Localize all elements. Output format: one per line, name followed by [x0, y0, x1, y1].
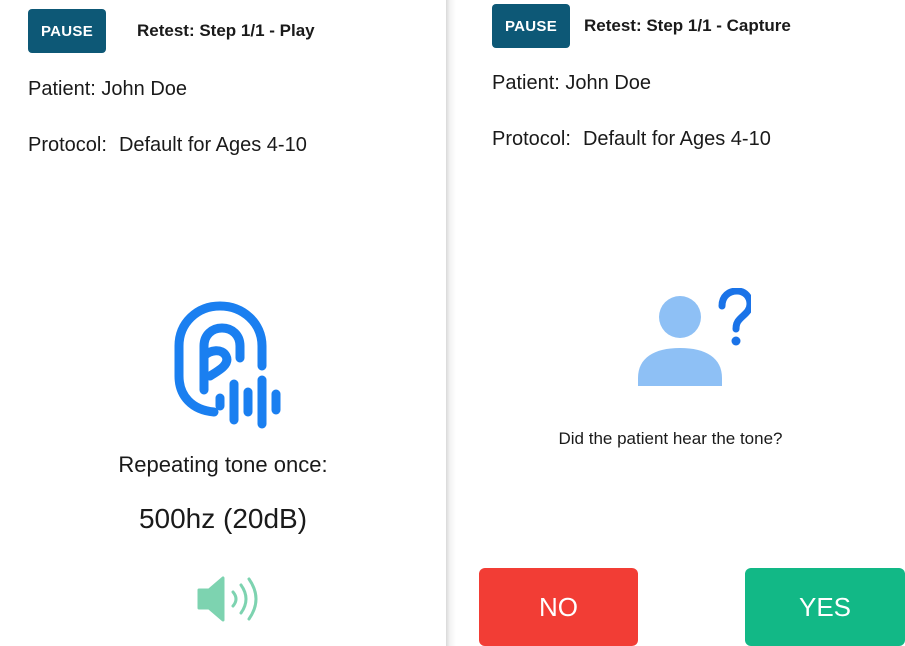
- protocol-value: Default for Ages 4-10: [118, 134, 307, 156]
- question-text: Did the patient hear the tone?: [558, 429, 783, 448]
- step-title: Retest: Step 1/1 - Play: [137, 21, 315, 40]
- speaker-icon[interactable]: [197, 576, 261, 622]
- patient-name: John Doe: [565, 72, 652, 94]
- protocol-label: Protocol:: [492, 128, 571, 150]
- no-button[interactable]: NO: [479, 568, 638, 646]
- protocol-value: Default for Ages 4-10: [582, 128, 771, 150]
- step-title: Retest: Step 1/1 - Capture: [584, 16, 791, 35]
- hearing-icon: [170, 298, 288, 430]
- capture-panel: PAUSE Retest: Step 1/1 - Capture Patient…: [456, 0, 905, 646]
- patient-label: Patient:: [492, 72, 560, 94]
- protocol-label: Protocol:: [28, 134, 107, 156]
- play-panel: PAUSE Retest: Step 1/1 - Play Patient: J…: [0, 0, 446, 646]
- pause-button[interactable]: PAUSE: [492, 4, 570, 48]
- patient-name: John Doe: [101, 78, 188, 100]
- person-question-icon: [636, 288, 751, 390]
- patient-line: Patient: John Doe: [28, 78, 187, 101]
- yes-button[interactable]: YES: [745, 568, 905, 646]
- tone-text: 500hz (20dB): [138, 503, 308, 534]
- pause-button[interactable]: PAUSE: [28, 9, 106, 53]
- panel-divider: [446, 0, 456, 646]
- protocol-line: Protocol: Default for Ages 4-10: [28, 134, 307, 157]
- repeat-text: Repeating tone once:: [118, 452, 328, 477]
- patient-label: Patient:: [28, 78, 96, 100]
- protocol-line: Protocol: Default for Ages 4-10: [492, 128, 771, 151]
- patient-line: Patient: John Doe: [492, 72, 651, 95]
